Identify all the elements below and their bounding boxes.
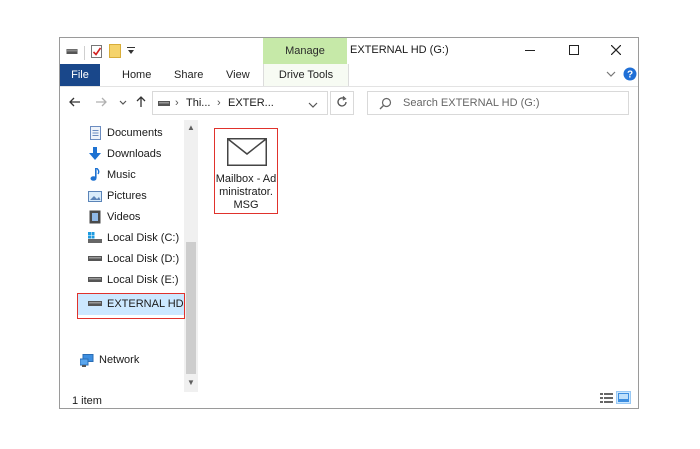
- drive-icon: [66, 46, 78, 59]
- minimize-icon: [525, 45, 535, 58]
- nav-item-label: Pictures: [107, 190, 147, 202]
- nav-item-label: Local Disk (E:): [107, 274, 179, 286]
- tab-file[interactable]: File: [60, 64, 100, 86]
- recent-locations-button[interactable]: [116, 96, 130, 110]
- close-icon: [610, 44, 622, 58]
- search-placeholder: Search EXTERNAL HD (G:): [403, 97, 540, 109]
- customize-qat-icon[interactable]: [127, 46, 135, 59]
- title-bar: Manage EXTERNAL HD (G:): [60, 38, 638, 64]
- nav-item-label: Local Disk (D:): [107, 253, 180, 265]
- music-icon: [88, 168, 102, 182]
- back-arrow-icon: [69, 97, 81, 110]
- search-icon: [379, 97, 392, 113]
- nav-highlight-box: [77, 293, 185, 319]
- nav-item-local-disk-d[interactable]: Local Disk (D:): [88, 250, 179, 268]
- manage-tab[interactable]: Manage: [263, 38, 347, 64]
- address-dropdown-icon[interactable]: [308, 100, 318, 112]
- forward-button[interactable]: [94, 96, 108, 110]
- pictures-icon: [88, 189, 102, 203]
- search-box[interactable]: Search EXTERNAL HD (G:): [367, 91, 629, 115]
- drive-icon: [88, 273, 102, 287]
- tab-home[interactable]: Home: [122, 64, 151, 86]
- minimize-button[interactable]: [508, 38, 552, 64]
- refresh-icon: [336, 95, 348, 111]
- address-bar[interactable]: › Thi... › EXTER...: [152, 91, 328, 115]
- nav-item-label: Downloads: [107, 148, 162, 160]
- tab-share[interactable]: Share: [174, 64, 203, 86]
- nav-item-local-disk-c[interactable]: Local Disk (C:): [88, 229, 179, 247]
- envelope-icon: [227, 138, 267, 169]
- nav-item-local-disk-e[interactable]: Local Disk (E:): [88, 271, 179, 289]
- nav-item-label: Network: [99, 354, 140, 366]
- nav-item-pictures[interactable]: Pictures: [88, 187, 147, 205]
- videos-icon: [88, 210, 102, 224]
- forward-arrow-icon: [95, 97, 107, 110]
- file-item[interactable]: Mailbox - Administrator.MSG: [214, 128, 278, 214]
- refresh-button[interactable]: [330, 91, 354, 115]
- scrollbar-thumb[interactable]: [186, 242, 196, 374]
- nav-item-music[interactable]: Music: [88, 166, 136, 184]
- tab-drive-tools[interactable]: Drive Tools: [263, 64, 349, 86]
- svg-text:?: ?: [627, 70, 633, 81]
- up-arrow-icon: [136, 95, 146, 111]
- help-icon[interactable]: ?: [623, 67, 637, 84]
- chevron-down-icon: [119, 97, 127, 109]
- breadcrumb-this-pc[interactable]: Thi...: [186, 97, 210, 109]
- status-item-count: 1 item: [72, 395, 102, 407]
- nav-item-label: Music: [107, 169, 136, 181]
- chevron-right-icon: ›: [217, 97, 221, 109]
- network-icon: [80, 353, 94, 367]
- nav-item-documents[interactable]: Documents: [88, 124, 163, 142]
- close-button[interactable]: [594, 38, 638, 64]
- view-toggle: [600, 391, 631, 404]
- nav-item-videos[interactable]: Videos: [88, 208, 140, 226]
- nav-item-label: Local Disk (C:): [107, 232, 180, 244]
- scroll-down-icon[interactable]: ▼: [186, 378, 196, 388]
- nav-item-network[interactable]: Network: [80, 351, 139, 369]
- nav-item-label: Videos: [107, 211, 141, 223]
- drive-icon: [158, 99, 170, 111]
- up-button[interactable]: [134, 95, 148, 111]
- nav-item-downloads[interactable]: Downloads: [88, 145, 161, 163]
- breadcrumb-external-hd[interactable]: EXTER...: [228, 97, 274, 109]
- quick-access-toolbar: [66, 44, 135, 61]
- scroll-up-icon[interactable]: ▲: [186, 123, 196, 133]
- back-button[interactable]: [68, 96, 82, 110]
- details-view-icon[interactable]: [600, 392, 613, 403]
- explorer-window: Manage EXTERNAL HD (G:) File Home Share …: [59, 37, 639, 409]
- navigation-pane: Documents Downloads Music Pictures Video…: [60, 120, 198, 392]
- large-icons-view-icon[interactable]: [616, 391, 631, 404]
- nav-pane-scrollbar[interactable]: ▲ ▼: [184, 120, 198, 392]
- maximize-icon: [569, 44, 579, 58]
- windows-drive-icon: [88, 231, 102, 245]
- ribbon-tabs: File Home Share View Drive Tools ?: [60, 64, 638, 87]
- documents-icon: [88, 126, 102, 140]
- nav-item-label: Documents: [107, 127, 163, 139]
- expand-ribbon-icon[interactable]: [606, 69, 616, 81]
- properties-icon[interactable]: [91, 44, 103, 61]
- tab-view[interactable]: View: [226, 64, 250, 86]
- drive-icon: [88, 252, 102, 266]
- file-name: Mailbox - Administrator.MSG: [215, 173, 277, 211]
- navigation-bar: › Thi... › EXTER... Search EXTERNAL HD (…: [60, 90, 638, 118]
- window-title: EXTERNAL HD (G:): [350, 44, 449, 56]
- new-folder-icon[interactable]: [109, 44, 121, 61]
- maximize-button[interactable]: [552, 38, 596, 64]
- downloads-icon: [88, 147, 102, 161]
- chevron-right-icon: ›: [175, 97, 179, 109]
